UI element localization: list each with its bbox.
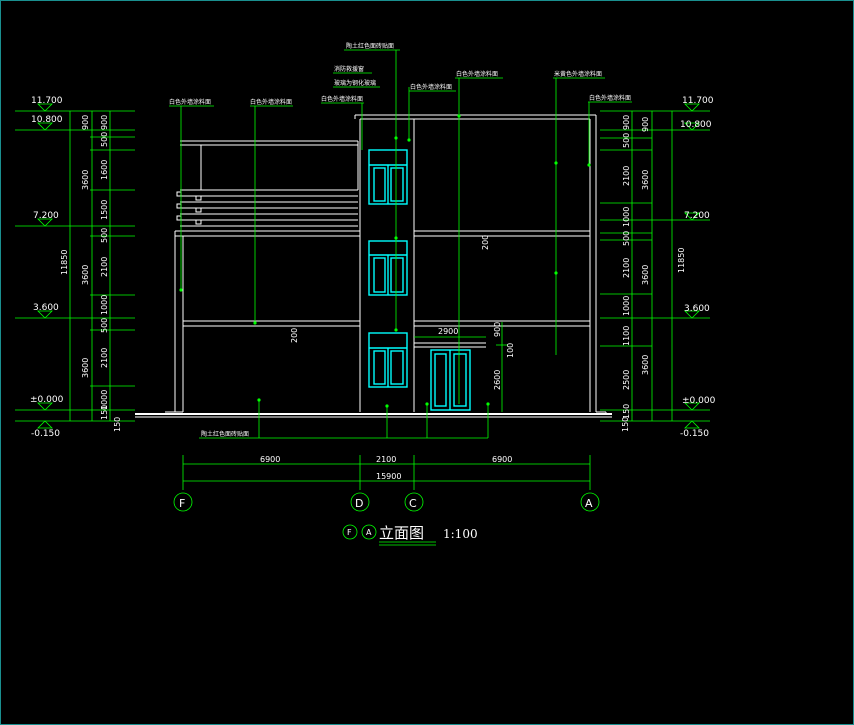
svg-text:500: 500 [622,231,631,246]
bottom-dim-2: 2100 [376,455,396,464]
right-inner-dim-texts: 900 500 2100 1000 500 2100 1000 1100 250… [622,115,631,419]
svg-text:500: 500 [100,132,109,147]
title-scale: 1:100 [443,527,478,541]
level-right-4: 3.600 [684,304,710,314]
bottom-dim-total: 15900 [376,472,401,481]
title-text: 立面图 [379,524,424,542]
svg-text:1600: 1600 [100,160,109,180]
svg-text:1000: 1000 [100,295,109,315]
svg-text:2100: 2100 [622,166,631,186]
mid-dim-200-b: 200 [290,328,299,343]
svg-text:2100: 2100 [100,257,109,277]
svg-text:2100: 2100 [100,348,109,368]
bottom-dim-3: 6900 [492,455,512,464]
svg-text:2100: 2100 [622,258,631,278]
svg-text:1100: 1100 [622,326,631,346]
left-dimensions [15,103,135,429]
svg-text:1000: 1000 [622,296,631,316]
title-axis-from: F [347,528,352,537]
svg-text:3600: 3600 [81,265,90,285]
label-wall-white-e: 白色外墙涂料面 [456,70,498,78]
level-left-1: 11.700 [31,96,63,106]
svg-text:900: 900 [100,115,109,130]
svg-text:500: 500 [100,228,109,243]
label-wall-white-a: 白色外墙涂料面 [321,95,363,103]
svg-text:900: 900 [622,115,631,130]
mid-dim-200-a: 200 [481,235,490,250]
left-outer-dim-texts: 900 3600 3600 3600 150 11850 [60,115,122,432]
svg-text:500: 500 [100,318,109,333]
bottom-dim-1: 6900 [260,455,280,464]
axis-label-D: D [355,497,363,510]
entrance-door [430,349,471,411]
svg-text:150: 150 [100,405,109,420]
level-left-3: 7.200 [33,211,59,221]
label-wall-white-b: 白色外墙涂料面 [169,98,211,106]
left-inner-dim-texts: 900 500 1600 1500 500 2100 1000 500 2100… [100,115,109,420]
label-wall-beige: 米黄色外墙涂料面 [554,70,602,78]
door-height-dim: 2600 [493,370,502,390]
level-left-2: 10.800 [31,115,63,125]
svg-text:900: 900 [641,117,650,132]
right-total-dim: 11850 [677,248,686,273]
canopy-width-dim: 2900 [438,327,458,336]
label-wall-white-d: 白色外墙涂料面 [410,83,452,91]
svg-text:150: 150 [113,417,122,432]
right-dimensions [600,103,710,429]
elevation-drawing: 11.700 10.800 7.200 3.600 ±0.000 -0.150 … [15,42,716,546]
axis-label-C: C [409,497,417,510]
title-axis-to: A [366,528,372,537]
leader-lines [169,49,632,439]
drawing-title: F A 立面图 1:100 [342,524,478,546]
label-wall-white-c: 白色外墙涂料面 [250,98,292,106]
canopy-h1-dim: 900 [493,322,502,337]
svg-text:2500: 2500 [622,370,631,390]
label-glass-1: 消防救援窗 [334,65,364,73]
svg-text:900: 900 [81,115,90,130]
level-right-5: ±0.000 [682,396,716,406]
label-wall-white-f: 白色外墙涂料面 [589,94,631,102]
level-right-1: 11.700 [682,96,714,106]
label-base: 陶土红色面砖贴面 [201,430,249,438]
axis-label-F: F [179,497,185,510]
svg-text:500: 500 [622,133,631,148]
windows [368,149,408,388]
label-glass-2: 玻璃为钢化玻璃 [334,79,376,87]
label-top-center: 陶土红色面砖贴面 [346,42,394,50]
svg-text:3600: 3600 [641,170,650,190]
left-total-dim: 11850 [60,250,69,275]
svg-text:150: 150 [622,404,631,419]
level-right-6: -0.150 [680,429,709,439]
level-left-6: -0.150 [31,429,60,439]
svg-text:3600: 3600 [641,355,650,375]
svg-text:1500: 1500 [100,200,109,220]
svg-text:3600: 3600 [81,170,90,190]
canopy-h2-dim: 100 [506,343,515,358]
svg-text:3600: 3600 [81,358,90,378]
axis-label-A: A [585,497,593,510]
level-right-2: 10.800 [680,120,712,130]
level-right-3: 7.200 [684,211,710,221]
level-left-5: ±0.000 [30,395,64,405]
svg-text:150: 150 [621,417,630,432]
svg-text:3600: 3600 [641,265,650,285]
svg-text:1000: 1000 [622,207,631,227]
level-left-4: 3.600 [33,303,59,313]
